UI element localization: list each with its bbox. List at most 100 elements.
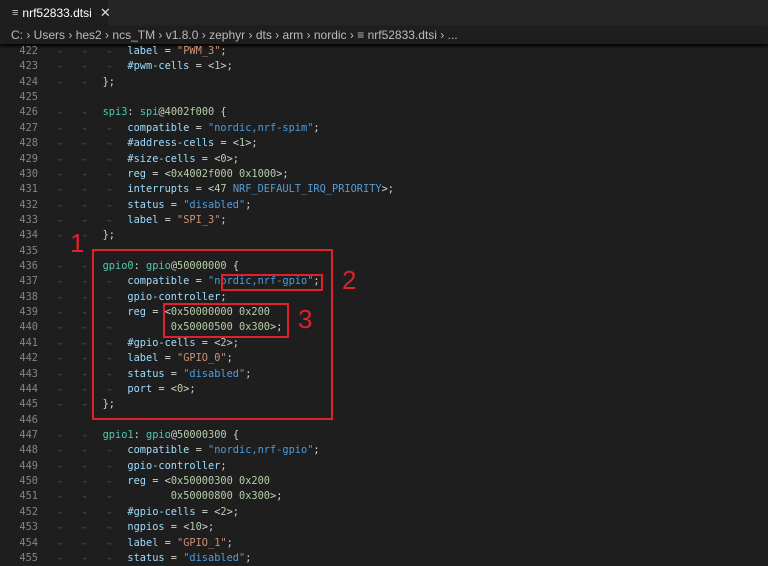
- tab-whitespace-icon: →: [57, 200, 62, 210]
- code-token: #pwm-cells: [127, 60, 190, 73]
- tab-whitespace-icon: →: [57, 77, 62, 87]
- code-token: =: [189, 121, 208, 134]
- annotation-number-1: 1: [70, 228, 85, 258]
- code-text: spi3: spi@4002f000 {: [103, 105, 227, 120]
- tab-whitespace-icon: →: [57, 477, 62, 487]
- line-number: 436: [19, 260, 38, 273]
- code-text: compatible = "nordic,nrf-gpio";: [127, 443, 319, 458]
- code-token: reg: [127, 475, 146, 488]
- breadcrumb-item[interactable]: dts: [256, 28, 272, 42]
- code-token: label: [127, 213, 159, 226]
- line-number: 434: [19, 229, 38, 242]
- breadcrumb-item[interactable]: zephyr: [209, 28, 245, 42]
- code-token: #gpio-cells: [127, 505, 196, 518]
- code-line: 455 → → → status = "disabled";: [0, 551, 768, 566]
- tab-whitespace-icon: →: [81, 139, 87, 149]
- code-line: 426 → → spi3: spi@4002f000 {: [0, 105, 768, 120]
- code-line: 428 → → → #address-cells = <1>;: [0, 136, 768, 151]
- tab-whitespace-icon: →: [81, 553, 87, 563]
- code-token: =: [164, 551, 184, 564]
- tab-whitespace-icon: →: [106, 538, 112, 548]
- line-number: 451: [19, 490, 38, 503]
- chevron-right-icon: ›: [436, 28, 448, 42]
- tab-whitespace-icon: →: [57, 215, 62, 225]
- breadcrumb-item[interactable]: C:: [11, 28, 23, 42]
- tab-whitespace-icon: →: [106, 215, 112, 225]
- tab-whitespace-icon: →: [81, 262, 87, 272]
- tab-whitespace-icon: →: [57, 492, 62, 502]
- code-token: =: [158, 213, 177, 226]
- line-number: 452: [19, 505, 38, 518]
- tab-whitespace-icon: →: [57, 384, 62, 394]
- breadcrumb-item[interactable]: hes2: [76, 28, 102, 42]
- breadcrumb-item[interactable]: Users: [34, 28, 65, 42]
- code-line: 433 → → → label = "SPI_3";: [0, 213, 768, 228]
- code-token: spi: [139, 106, 159, 119]
- code-line: 424 → →};: [0, 75, 768, 90]
- code-text: reg = <0x4002f000 0x1000>;: [127, 167, 288, 182]
- breadcrumb-item[interactable]: ...: [448, 28, 458, 42]
- tab-whitespace-icon: →: [81, 123, 87, 133]
- tab-whitespace-icon: →: [57, 292, 62, 302]
- code-token: "GPIO_1": [177, 536, 227, 549]
- code-token: = <: [195, 505, 221, 518]
- code-line: 449 → → → gpio-controller;: [0, 459, 768, 474]
- code-token: #address-cells: [127, 137, 215, 150]
- breadcrumb-item[interactable]: nordic: [314, 28, 347, 42]
- tab-whitespace-icon: →: [57, 538, 62, 548]
- chevron-right-icon: ›: [271, 28, 283, 42]
- code-token: ;: [313, 121, 320, 134]
- tab-whitespace-icon: →: [106, 553, 112, 563]
- code-token: reg: [127, 167, 146, 180]
- line-number: 438: [19, 290, 38, 303]
- close-icon[interactable]: ✕: [100, 5, 111, 21]
- code-token: :: [127, 106, 140, 119]
- code-line: 432 → → → status = "disabled";: [0, 198, 768, 213]
- code-token: compatible: [127, 444, 190, 457]
- code-text: #size-cells = <0>;: [127, 152, 239, 167]
- code-token: 0x4002f000 0x1000: [170, 167, 277, 180]
- code-token: = <: [189, 60, 215, 73]
- tab-whitespace-icon: →: [81, 77, 87, 87]
- tab-whitespace-icon: →: [57, 108, 62, 118]
- tab-whitespace-icon: →: [57, 338, 62, 348]
- code-token: >;: [270, 490, 283, 503]
- breadcrumb-item[interactable]: v1.8.0: [166, 28, 199, 42]
- code-token: label: [127, 45, 159, 57]
- breadcrumb-item[interactable]: arm: [283, 28, 304, 42]
- tab-whitespace-icon: →: [57, 323, 62, 333]
- code-token: =: [158, 45, 177, 57]
- code-token: ;: [313, 444, 320, 457]
- line-number: 439: [19, 306, 38, 319]
- tab-whitespace-icon: →: [81, 277, 87, 287]
- code-token: = <: [164, 521, 190, 534]
- tab-whitespace-icon: →: [81, 169, 87, 179]
- line-number: 440: [19, 321, 38, 334]
- code-text: ngpios = <10>;: [127, 520, 214, 535]
- tab-whitespace-icon: →: [57, 123, 62, 133]
- code-token: gpio-controller: [127, 459, 221, 472]
- breadcrumb-item[interactable]: nrf52833.dtsi: [368, 28, 437, 42]
- tab-whitespace-icon: →: [81, 477, 87, 487]
- code-token: {: [226, 428, 240, 441]
- tab-bar: ≡ nrf52833.dtsi ✕: [0, 0, 768, 26]
- breadcrumb-item[interactable]: ncs_TM: [112, 28, 155, 42]
- code-token: >;: [245, 137, 258, 150]
- line-number: 449: [19, 459, 38, 472]
- tab-whitespace-icon: →: [81, 430, 87, 440]
- code-token: "nordic,nrf-spim": [208, 121, 314, 134]
- code-token: 47: [214, 183, 233, 196]
- tab-nrf52833-dtsi[interactable]: ≡ nrf52833.dtsi ✕: [0, 0, 111, 26]
- tab-whitespace-icon: →: [81, 308, 87, 318]
- line-number: 437: [19, 275, 38, 288]
- line-number: 426: [19, 106, 38, 119]
- tab-whitespace-icon: →: [106, 200, 112, 210]
- tab-whitespace-icon: →: [57, 231, 62, 241]
- chevron-right-icon: ›: [198, 28, 210, 42]
- annotation-number-2: 2: [342, 265, 357, 295]
- code-token: "SPI_3": [177, 213, 221, 226]
- code-token: ;: [220, 45, 227, 57]
- line-number: 422: [19, 45, 38, 57]
- code-token: "disabled": [183, 551, 246, 564]
- line-number: 450: [19, 475, 38, 488]
